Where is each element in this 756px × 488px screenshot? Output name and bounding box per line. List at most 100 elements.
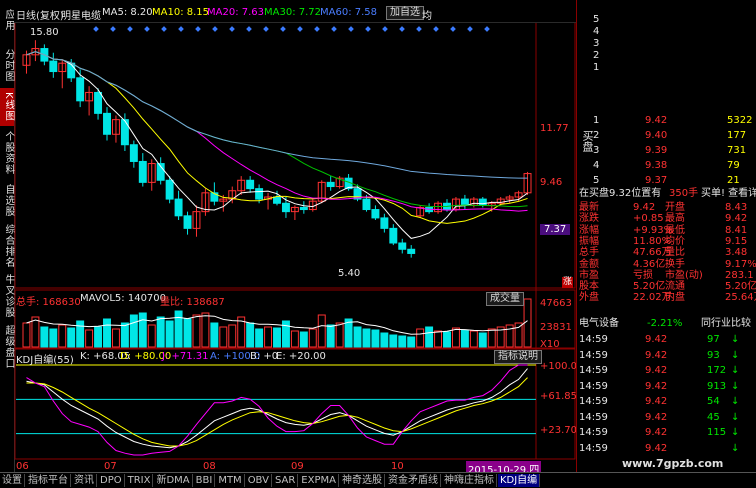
stat-row: 金额 4.36亿 换手 9.17% <box>577 259 756 270</box>
sell-row-cell: 1 <box>593 62 600 73</box>
candle-body <box>255 188 264 200</box>
up-badge-icon: 涨 <box>562 277 573 288</box>
bottom-tab-8[interactable]: OBV <box>246 474 272 487</box>
sidebar-item-0[interactable]: 应用 <box>0 0 14 40</box>
stat-row-cell: 5.20亿 <box>725 281 756 293</box>
volume-bar <box>156 316 165 348</box>
left-sidebar: 应用分时图 K线图个股资料自选股综合排名牛叉诊股超级盘口 <box>0 0 15 472</box>
bottom-tab-5[interactable]: 新DMA <box>154 474 193 487</box>
buy-row-cell: 731 <box>727 145 747 156</box>
buy-row: 5 9.37 21 <box>577 175 756 186</box>
kdj-j: J: +71.31 <box>162 351 209 362</box>
volume-bar <box>49 328 58 348</box>
bottom-tab-10[interactable]: EXPMA <box>299 474 339 487</box>
volume-total: 总手: 168630 <box>16 297 81 308</box>
bottom-tab-13[interactable]: 神嗨庄指标 <box>442 474 497 487</box>
signal-diamond <box>433 26 439 32</box>
volume-bar <box>138 312 147 348</box>
bottom-tab-0[interactable]: 设置 <box>0 474 25 487</box>
stat-row: 涨幅 +9.93% 最低 8.41 <box>577 225 756 236</box>
candle-body <box>371 209 380 219</box>
bottom-tab-2[interactable]: 资讯 <box>72 474 97 487</box>
bottom-tab-3[interactable]: DPO <box>98 474 125 487</box>
stat-row-cell: 内盘 <box>665 292 685 304</box>
stock-name: 明星电缆 <box>61 11 101 22</box>
bottom-tab-12[interactable]: 资金矛盾线 <box>386 474 441 487</box>
buy-row-cell: 1 <box>593 115 600 126</box>
volume-bar <box>380 332 389 348</box>
sidebar-item-7[interactable]: 超级盘口 <box>0 322 14 372</box>
ma20-value: MA20: 7.63 <box>207 7 265 18</box>
tick-row-cell: 14:59 <box>579 349 608 361</box>
stat-row: 振幅 11.80% 均价 9.15 <box>577 236 756 247</box>
tick-row-cell: 9.42 <box>645 380 668 392</box>
bottom-tab-14[interactable]: KDJ自编 <box>497 474 541 487</box>
tick-row-cell: 9.42 <box>645 411 668 423</box>
buy-side-label: 买盘 <box>581 130 594 152</box>
tick-row: 14:59 9.42 913 ↓ <box>577 381 756 392</box>
kdj-title: KDJ自编(55) <box>16 355 74 366</box>
volume-bar <box>147 324 156 348</box>
sector-row-cell: 同行业比较 <box>701 318 751 329</box>
kline-chart-area[interactable] <box>14 0 576 472</box>
volume-bar <box>371 329 380 348</box>
bottom-tab-11[interactable]: 神奇选股 <box>340 474 385 487</box>
tick-row-cell: 14:59 <box>579 396 608 407</box>
volume-bar <box>255 328 264 348</box>
tick-row: 14:59 9.42 93 ↓ <box>577 350 756 361</box>
volume-indicator-button[interactable]: 成交量 <box>486 292 524 306</box>
volume-bar <box>469 330 478 348</box>
candle-body <box>165 179 174 200</box>
sell-row: 3 <box>577 38 756 49</box>
more-button[interactable]: 均 <box>422 7 432 22</box>
candle-body <box>299 206 308 211</box>
x-label-08: 08 <box>203 461 216 472</box>
bottom-tab-9[interactable]: SAR <box>273 474 299 487</box>
price-axis-mid: 9.46 <box>540 177 563 188</box>
sell-row-cell: 4 <box>593 26 600 37</box>
kdj-b: B: +0 <box>250 351 279 362</box>
stat-row-cell: 最新 <box>579 202 599 213</box>
volume-bar <box>40 326 49 348</box>
bottom-tab-7[interactable]: MTM <box>216 474 245 487</box>
stat-row-cell: 股本 <box>579 281 599 293</box>
volume-bar <box>273 327 281 348</box>
stat-row: 股本 5.20亿 流通 5.20亿 <box>577 281 756 292</box>
indicator-help-button[interactable]: 指标说明 <box>494 350 542 364</box>
volume-bar <box>174 310 183 348</box>
tick-row-cell: 14:59 <box>579 380 608 392</box>
stat-row-cell: 亏损 <box>633 269 653 281</box>
candle-body <box>389 227 398 244</box>
buy-row-cell: 5 <box>593 175 600 186</box>
candle-body <box>362 198 371 211</box>
sidebar-item-3[interactable]: 个股资料 <box>0 128 14 178</box>
stat-row-cell: 涨跌 <box>579 213 599 225</box>
period-label[interactable]: 日线(复权) <box>16 7 64 22</box>
add-watchlist-button[interactable]: 加自选 <box>386 6 424 20</box>
sidebar-item-1[interactable]: 分时图 <box>0 45 14 85</box>
volume-bar <box>219 326 228 348</box>
ma30-line <box>26 51 528 208</box>
stat-row: 最新 9.42 开盘 8.43 <box>577 202 756 213</box>
candle-body <box>103 112 111 135</box>
bottom-tab-6[interactable]: BBI <box>194 474 216 487</box>
stat-row-cell: 9.42 <box>725 213 748 225</box>
ma60-line <box>26 51 528 179</box>
sidebar-item-5[interactable]: 综合排名 <box>0 222 14 270</box>
volume-bar <box>58 324 67 348</box>
signal-diamond <box>450 26 456 32</box>
tick-row-cell: ↓ <box>731 349 740 361</box>
sell-row-cell: 2 <box>593 50 600 61</box>
stat-row-cell: 9.17% <box>725 258 756 270</box>
x-label-06: 06 <box>16 461 29 472</box>
sidebar-item-6[interactable]: 牛叉诊股 <box>0 272 14 320</box>
buy-row-cell: 9.37 <box>645 175 668 186</box>
tick-row-cell: 913 <box>707 380 727 392</box>
bottom-tab-4[interactable]: TRIX <box>126 474 154 487</box>
sidebar-item-2[interactable]: K线图 <box>0 88 14 126</box>
sell-row-cell: 3 <box>593 38 600 49</box>
volume-bar <box>246 322 255 348</box>
bottom-tab-1[interactable]: 指标平台 <box>26 474 71 487</box>
volume-bar <box>434 330 443 348</box>
sidebar-item-4[interactable]: 自选股 <box>0 180 14 220</box>
